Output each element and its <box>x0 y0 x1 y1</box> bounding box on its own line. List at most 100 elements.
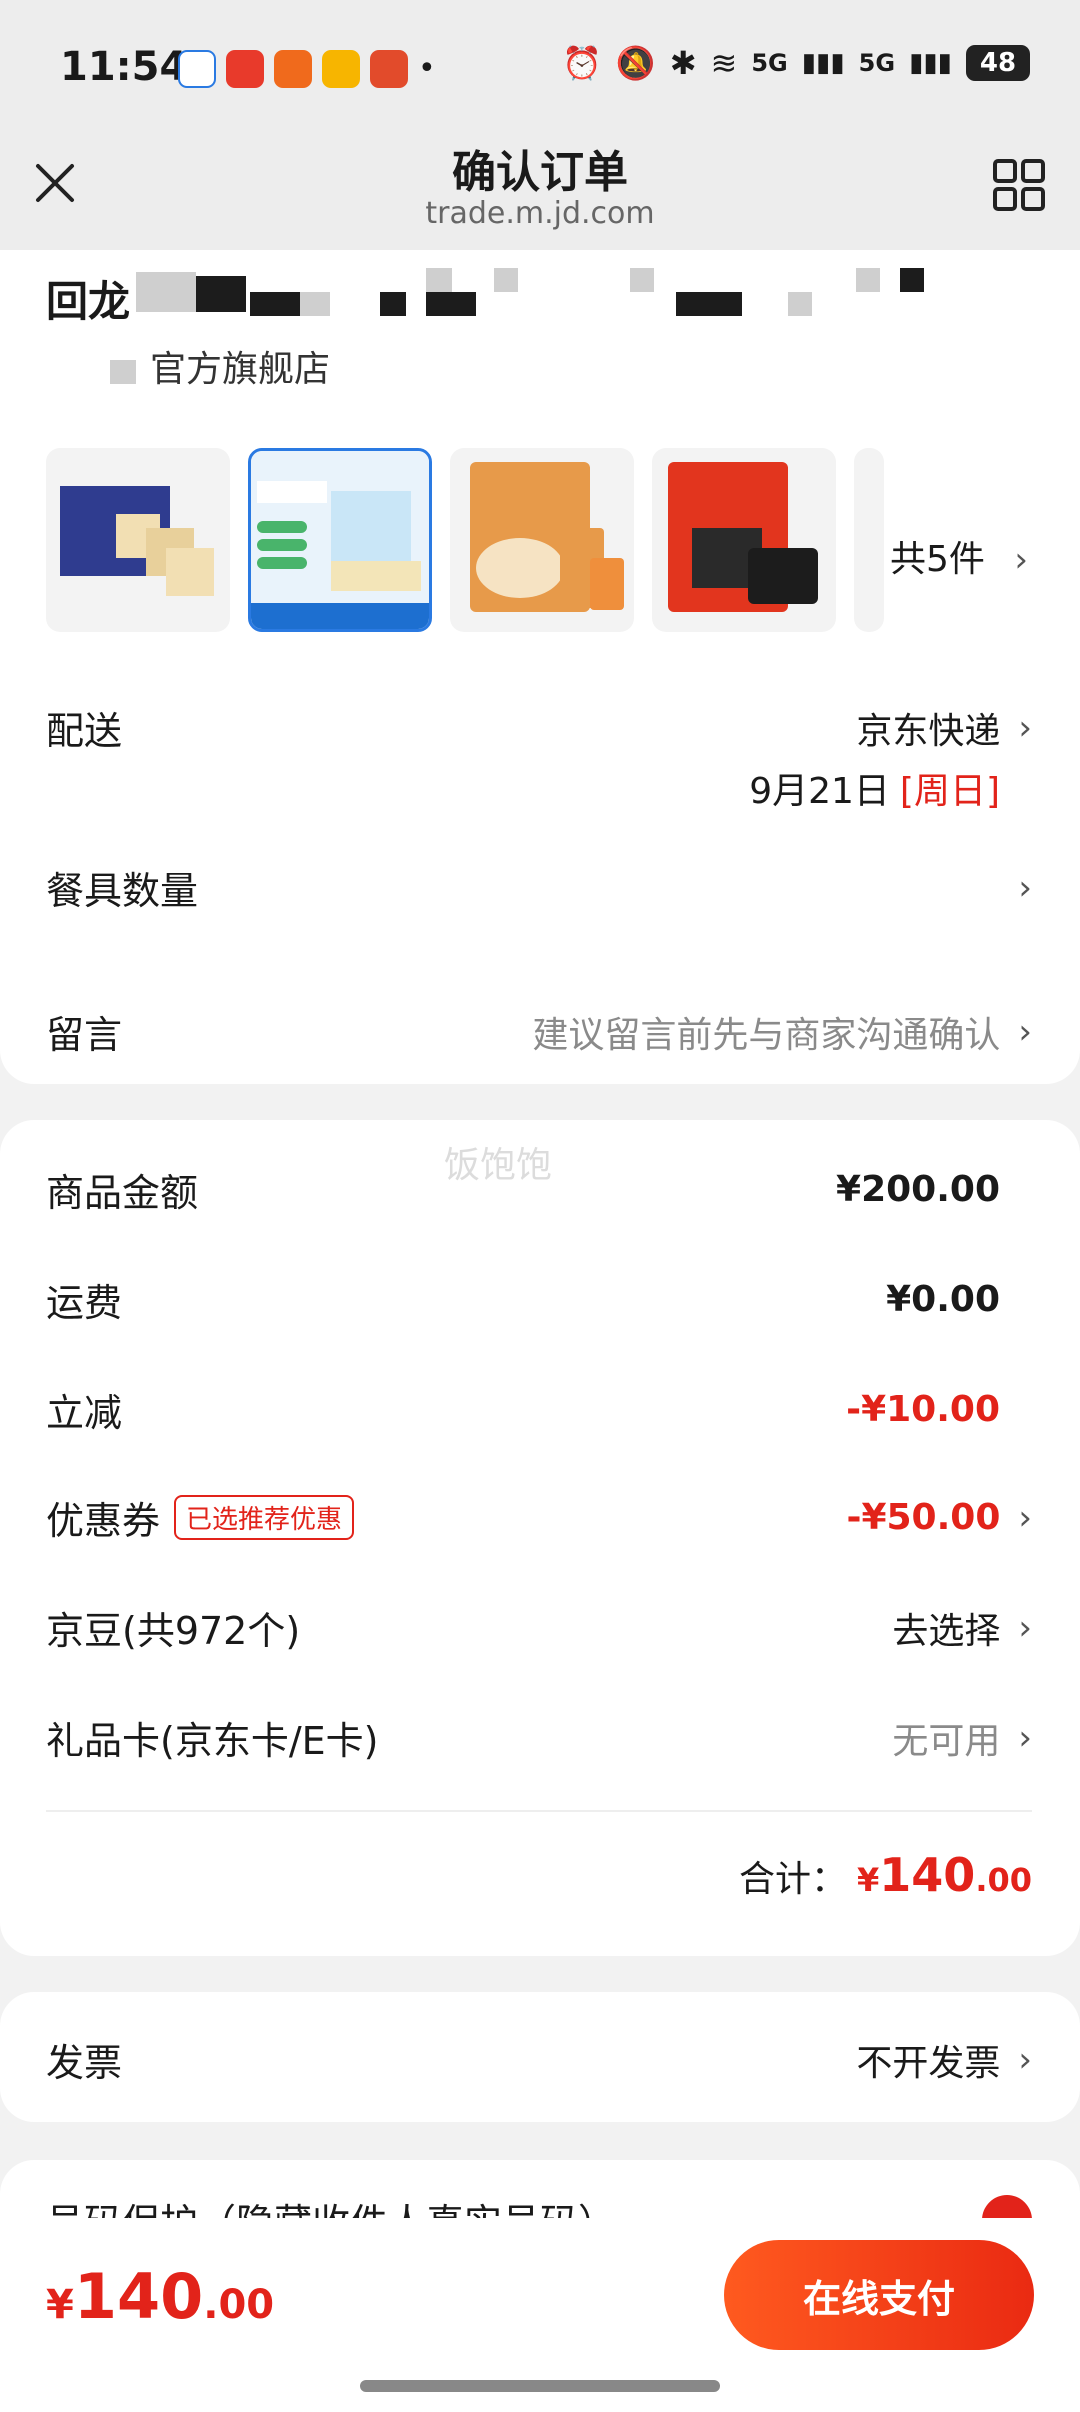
discount-value: -¥10.00 <box>846 1389 1000 1430</box>
home-indicator[interactable] <box>360 2380 720 2392</box>
goods-amount-row: 商品金额 ¥200.00 <box>46 1162 1032 1217</box>
total-currency: ¥ <box>857 1861 880 1899</box>
page-url: trade.m.jd.com <box>425 196 655 231</box>
gift-card-row[interactable]: 礼品卡(京东卡/E卡) 无可用 › <box>46 1710 1032 1765</box>
bluetooth-icon: ✱ <box>669 44 697 82</box>
message-label: 留言 <box>46 1013 123 1057</box>
divider <box>46 1810 1032 1812</box>
jd-beans-value-text: 去选择 <box>892 1610 1001 1652</box>
privacy-mosaic <box>494 268 518 292</box>
product-thumb-more[interactable] <box>854 448 884 632</box>
mute-icon: 🔕 <box>615 44 656 82</box>
shipping-row: 运费 ¥0.00 <box>46 1272 1032 1327</box>
tableware-label: 餐具数量 <box>46 869 199 913</box>
jd-beans-label: 京豆(共972个) <box>46 1609 301 1653</box>
privacy-mosaic <box>196 276 246 312</box>
wafers-image-icon <box>470 462 624 612</box>
pay-currency: ¥ <box>46 2282 74 2328</box>
delivery-label: 配送 <box>46 709 123 753</box>
pay-decimal: .00 <box>203 2282 275 2328</box>
crackers-image-icon <box>60 486 214 596</box>
jd-beans-value[interactable]: 去选择 › <box>892 1602 1032 1654</box>
message-input[interactable]: 建议留言前先与商家沟通确认 › <box>532 1006 1032 1058</box>
chevron-right-icon: › <box>1018 1497 1032 1538</box>
chat-app-icon <box>274 50 312 88</box>
privacy-mosaic <box>426 268 452 292</box>
order-total: 合计： ¥ 140 .00 <box>739 1848 1032 1902</box>
total-integer: 140 <box>879 1848 976 1902</box>
privacy-mosaic <box>630 268 654 292</box>
status-time: 11:54 <box>60 44 188 90</box>
coupon-label-group: 优惠券 已选推荐优惠 <box>46 1490 355 1545</box>
coupon-label: 优惠券 <box>46 1499 161 1543</box>
chevron-right-icon: › <box>1018 867 1032 908</box>
coupon-value[interactable]: -¥50.00 › <box>847 1497 1032 1538</box>
gift-card-value-text: 无可用 <box>892 1720 1001 1762</box>
message-row[interactable]: 留言 建议留言前先与商家沟通确认 › <box>46 1004 1032 1059</box>
alarm-icon: ⏰ <box>562 44 602 82</box>
shop-name[interactable]: 官方旗舰店 <box>150 340 330 392</box>
delivery-date: 9月21日 [周日] <box>749 762 1000 814</box>
gift-card-label: 礼品卡(京东卡/E卡) <box>46 1719 379 1763</box>
delivery-method[interactable]: 京东快递 › <box>856 702 1032 754</box>
delivery-method-text: 京东快递 <box>856 710 1001 752</box>
total-label: 合计： <box>739 1859 848 1900</box>
chevron-right-icon: › <box>1018 2039 1032 2080</box>
chevron-right-icon: › <box>1018 1011 1032 1052</box>
page-title: 确认订单 <box>452 147 628 198</box>
address-prefix: 回龙 <box>46 277 131 326</box>
product-thumb-wafers[interactable] <box>450 448 634 632</box>
privacy-mosaic <box>426 292 476 316</box>
signal-5g-icon: 5G <box>751 49 788 77</box>
delivery-date-text: 9月21日 <box>749 771 890 812</box>
coupon-tag: 已选推荐优惠 <box>174 1495 355 1540</box>
game-app-icon <box>370 50 408 88</box>
food-app-icon <box>226 50 264 88</box>
signal-bars-icon: ▮▮▮ <box>801 48 845 78</box>
privacy-mosaic <box>136 272 196 312</box>
notification-icons: • <box>178 50 436 88</box>
chevron-right-icon: › <box>1018 1717 1032 1758</box>
pay-integer: 140 <box>73 2260 204 2333</box>
privacy-mosaic <box>110 360 136 384</box>
privacy-mosaic <box>676 292 742 316</box>
product-thumbnails[interactable] <box>46 448 884 632</box>
items-count[interactable]: 共5件 › <box>890 530 1028 582</box>
shipping-value: ¥0.00 <box>886 1279 1000 1320</box>
status-bar: 11:54 • ⏰ 🔕 ✱ ≋ 5G ▮▮▮ 5G ▮▮▮ 48 <box>0 0 1080 140</box>
seaweed-image-icon <box>668 462 818 612</box>
coupon-row[interactable]: 优惠券 已选推荐优惠 -¥50.00 › <box>46 1490 1032 1545</box>
more-dot-icon: • <box>418 51 436 86</box>
coupon-value-text: -¥50.00 <box>846 1497 1001 1538</box>
delivery-date-row: 9月21日 [周日] <box>46 762 1032 814</box>
telecom-app-icon <box>178 50 216 88</box>
cheese-sticks-image-icon <box>251 451 429 629</box>
grid-icon[interactable] <box>992 158 1046 212</box>
gift-card-value[interactable]: 无可用 › <box>892 1712 1032 1764</box>
page-header: 确认订单 trade.m.jd.com <box>0 120 1080 250</box>
weibo-app-icon <box>322 50 360 88</box>
shipping-label: 运费 <box>46 1281 123 1325</box>
product-thumb-seaweed[interactable] <box>652 448 836 632</box>
invoice-row[interactable]: 发票 不开发票 › <box>46 2032 1032 2087</box>
jd-beans-row[interactable]: 京豆(共972个) 去选择 › <box>46 1600 1032 1655</box>
privacy-mosaic <box>300 292 330 316</box>
goods-amount-value: ¥200.00 <box>836 1169 1000 1210</box>
invoice-label: 发票 <box>46 2041 123 2085</box>
pay-online-button[interactable]: 在线支付 <box>724 2240 1034 2350</box>
privacy-mosaic <box>900 268 924 292</box>
delivery-row[interactable]: 配送 京东快递 › <box>46 700 1032 755</box>
goods-amount-label: 商品金额 <box>46 1171 199 1215</box>
chevron-right-icon: › <box>1014 540 1028 580</box>
invoice-value-text: 不开发票 <box>856 2042 1001 2084</box>
product-thumb-crackers[interactable] <box>46 448 230 632</box>
tableware-row[interactable]: 餐具数量 › <box>46 860 1032 915</box>
privacy-mosaic <box>788 292 812 316</box>
message-placeholder: 建议留言前先与商家沟通确认 <box>532 1014 1001 1056</box>
delivery-weekday: [周日] <box>899 771 1000 812</box>
product-thumb-cheese-sticks[interactable] <box>248 448 432 632</box>
chevron-right-icon: › <box>1018 707 1032 748</box>
items-count-label: 共5件 <box>890 539 985 580</box>
invoice-value[interactable]: 不开发票 › <box>856 2034 1032 2086</box>
privacy-mosaic <box>856 268 880 292</box>
